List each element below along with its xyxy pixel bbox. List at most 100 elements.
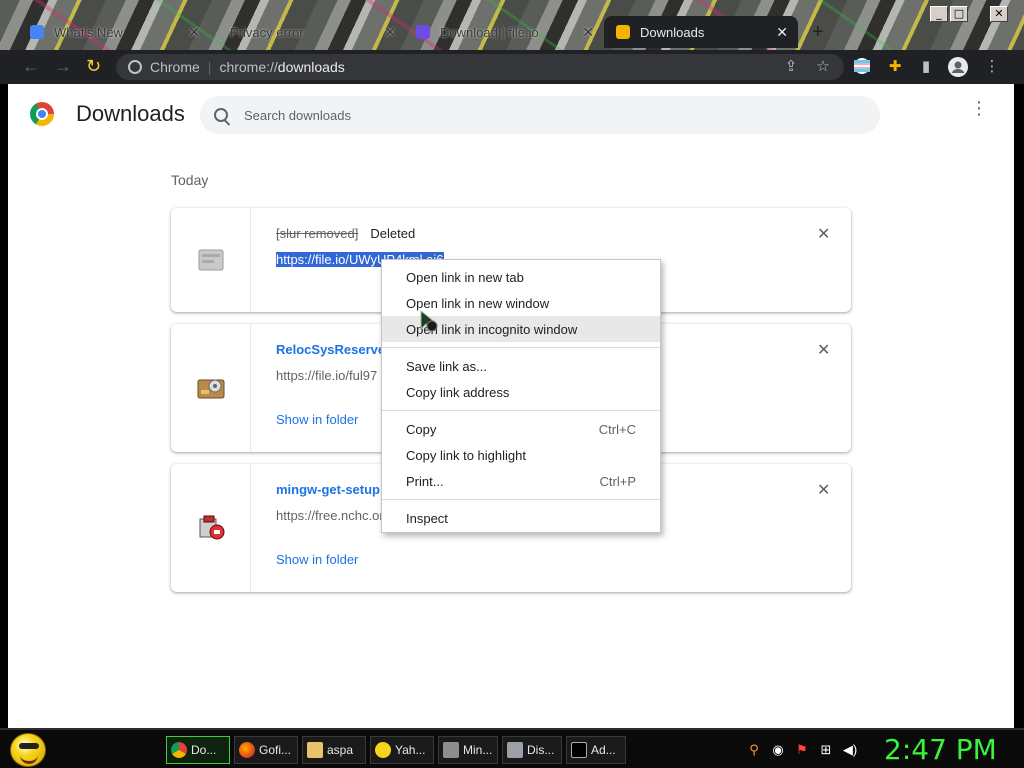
menu-item-inspect[interactable]: Inspect: [382, 505, 660, 531]
taskbar-item-label: Do...: [191, 743, 217, 757]
folder-icon: [307, 742, 323, 758]
tab-label: Downloads: [640, 24, 705, 40]
taskbar-item-firefox[interactable]: Gofi...: [234, 736, 298, 764]
remove-from-list-icon[interactable]: ✕: [817, 224, 830, 244]
chrome-icon: [171, 742, 187, 758]
side-panel-icon[interactable]: ▮: [916, 57, 936, 77]
back-icon[interactable]: ←: [22, 56, 40, 77]
address-bar[interactable]: Chrome | chrome://downloads: [116, 54, 844, 80]
close-icon[interactable]: ✕: [188, 24, 200, 41]
extensions-puzzle-icon[interactable]: ✚: [885, 57, 905, 77]
menu-item-copy-link-address[interactable]: Copy link address: [382, 379, 660, 405]
taskbar-item-label: Dis...: [527, 743, 555, 757]
downloads-header: Downloads ⋮: [8, 84, 1014, 146]
menu-item-copy[interactable]: Copy Ctrl+C: [382, 416, 660, 442]
menu-item-save-link[interactable]: Save link as...: [382, 353, 660, 379]
maximize-button[interactable]: □: [950, 6, 968, 22]
download-status: Deleted: [370, 226, 416, 241]
file-icon-column: [171, 464, 251, 592]
taskbar-item-label: Ad...: [591, 743, 616, 757]
tab-label: Privacy error: [230, 24, 304, 40]
file-name-row: [slur removed] Deleted: [276, 226, 415, 241]
start-button[interactable]: [10, 733, 46, 767]
chat-icon[interactable]: ◉: [770, 742, 786, 758]
menu-item-label: Open link in new tab: [406, 269, 524, 285]
search-icon: [214, 108, 228, 122]
remove-from-list-icon[interactable]: ✕: [817, 480, 830, 500]
file-icon-column: [171, 208, 251, 312]
more-actions-icon[interactable]: ⋮: [968, 99, 990, 126]
file-url-link[interactable]: https://file.io/ful97: [276, 368, 377, 383]
minecraft-icon: [443, 742, 459, 758]
menu-item-label: Print...: [406, 473, 444, 489]
close-button[interactable]: ✕: [990, 6, 1008, 22]
taskbar-clock[interactable]: 2:47 PM: [884, 733, 997, 766]
search-input[interactable]: [244, 107, 804, 123]
warning-icon: [206, 25, 220, 39]
tab-whats-new[interactable]: What's New ✕: [30, 16, 210, 48]
mouse-cursor-icon: [420, 310, 438, 333]
menu-item-copy-link-to-highlight[interactable]: Copy link to highlight: [382, 442, 660, 468]
tab-label: What's New: [54, 24, 123, 40]
taskbar: Do... Gofi... aspa Yah... Min... Dis... …: [0, 728, 1024, 768]
flag-icon[interactable]: ⚑: [794, 742, 810, 758]
tab-file-io[interactable]: Download | file.io ✕: [416, 16, 604, 48]
taskbar-item-minecraft[interactable]: Min...: [438, 736, 498, 764]
browser-toolbar: ← → ↻ Chrome | chrome://downloads ⇪ ☆ ✚ …: [0, 50, 1024, 84]
show-in-folder-link[interactable]: Show in folder: [276, 412, 358, 427]
file-icon-column: [171, 324, 251, 452]
search-icon[interactable]: ⚲: [746, 742, 762, 758]
deleted-file-icon: [198, 249, 224, 271]
menu-item-print[interactable]: Print... Ctrl+P: [382, 468, 660, 494]
menu-item-open-new-tab[interactable]: Open link in new tab: [382, 264, 660, 290]
close-icon[interactable]: ✕: [776, 24, 788, 41]
menu-separator: [382, 347, 660, 348]
menu-item-label: Copy link to highlight: [406, 447, 526, 463]
taskbar-item-label: Min...: [463, 743, 493, 757]
avatar-icon[interactable]: [948, 57, 968, 77]
chrome-favicon-icon: [30, 25, 44, 39]
tab-downloads[interactable]: Downloads ✕: [604, 16, 798, 48]
menu-item-label: Save link as...: [406, 358, 487, 374]
yahoo-messenger-icon: [375, 742, 391, 758]
disk-icon: [507, 742, 523, 758]
bookmark-star-icon[interactable]: ☆: [813, 57, 833, 77]
menu-item-label: Copy link address: [406, 384, 510, 400]
forward-icon[interactable]: →: [54, 56, 72, 77]
show-in-folder-link[interactable]: Show in folder: [276, 552, 358, 567]
omnibox-host-prefix: chrome://: [219, 59, 278, 75]
file-name-row: RelocSysReserved: [276, 342, 393, 357]
kebab-menu-icon[interactable]: ⋮: [982, 57, 1002, 77]
taskbar-item-folder[interactable]: aspa: [302, 736, 366, 764]
taskbar-item-yahoo[interactable]: Yah...: [370, 736, 434, 764]
new-tab-icon[interactable]: +: [812, 21, 824, 44]
tab-privacy-error[interactable]: Privacy error ✕: [206, 16, 406, 48]
taskbar-item-chrome[interactable]: Do...: [166, 736, 230, 764]
share-icon[interactable]: ⇪: [781, 57, 801, 77]
remove-from-list-icon[interactable]: ✕: [817, 340, 830, 360]
taskbar-item-label: aspa: [327, 743, 354, 757]
command-prompt-icon: [571, 742, 587, 758]
search-box[interactable]: [200, 96, 880, 134]
reload-icon[interactable]: ↻: [86, 56, 101, 77]
taskbar-item-cmd[interactable]: Ad...: [566, 736, 626, 764]
file-name[interactable]: RelocSysReserved: [276, 342, 393, 357]
taskbar-item-disk[interactable]: Dis...: [502, 736, 562, 764]
firefox-icon: [239, 742, 255, 758]
network-icon[interactable]: ⊞: [818, 742, 834, 758]
file-name: [slur removed]: [276, 226, 359, 241]
link-context-menu: Open link in new tab Open link in new wi…: [381, 259, 661, 533]
omnibox-separator: |: [207, 59, 212, 75]
minimize-button[interactable]: _: [930, 6, 948, 22]
downloads-favicon-icon: [616, 25, 630, 39]
menu-item-shortcut: Ctrl+C: [598, 421, 636, 437]
menu-item-label: Inspect: [406, 510, 448, 526]
omnibox-host: downloads: [277, 59, 345, 75]
file-url-link[interactable]: https://free.nchc.org: [276, 508, 391, 523]
close-icon[interactable]: ✕: [582, 24, 594, 41]
exe-file-icon: [197, 379, 225, 399]
tab-label: Download | file.io: [440, 24, 539, 40]
volume-icon[interactable]: ◀): [842, 742, 858, 758]
close-icon[interactable]: ✕: [384, 24, 396, 41]
profile-flag-icon[interactable]: [852, 57, 872, 77]
